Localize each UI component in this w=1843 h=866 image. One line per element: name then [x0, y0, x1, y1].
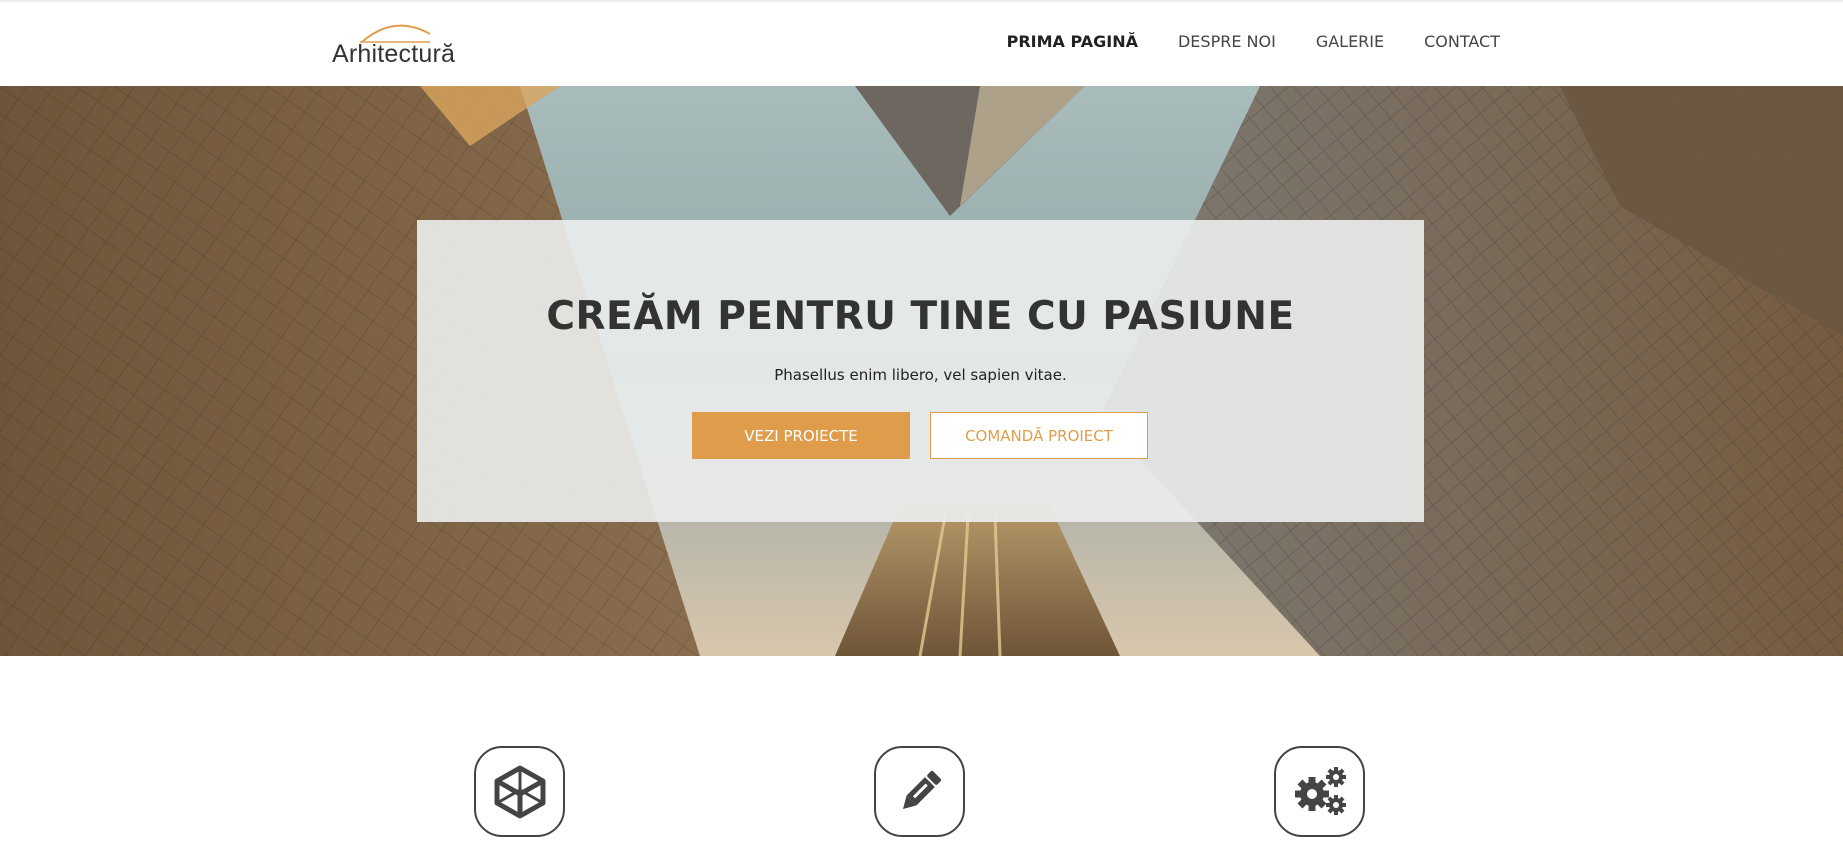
feature-gears [1274, 746, 1365, 837]
hero-title: CREĂM PENTRU TINE CU PASIUNE [546, 294, 1295, 339]
main-nav: PRIMA PAGINĂ DESPRE NOI GALERIE CONTACT [1007, 32, 1500, 51]
hero-content-box: CREĂM PENTRU TINE CU PASIUNE Phasellus e… [417, 220, 1424, 522]
feature-pencil [874, 746, 965, 837]
logo-text: Arhitectură [332, 40, 456, 68]
cube-icon [494, 765, 545, 818]
nav-item-contact[interactable]: CONTACT [1424, 32, 1500, 51]
gears-icon [1294, 766, 1346, 815]
nav-item-gallery[interactable]: GALERIE [1316, 32, 1384, 51]
order-project-button[interactable]: COMANDĂ PROIECT [930, 412, 1148, 459]
site-header: Arhitectură PRIMA PAGINĂ DESPRE NOI GALE… [0, 0, 1843, 86]
view-projects-button[interactable]: VEZI PROIECTE [692, 412, 910, 459]
nav-item-about[interactable]: DESPRE NOI [1178, 32, 1276, 51]
hero-subtitle: Phasellus enim libero, vel sapien vitae. [774, 366, 1067, 384]
pencil-icon [902, 770, 941, 809]
feature-cube [474, 746, 565, 837]
nav-item-home[interactable]: PRIMA PAGINĂ [1007, 32, 1138, 51]
hero-section: CREĂM PENTRU TINE CU PASIUNE Phasellus e… [0, 86, 1843, 656]
site-logo[interactable]: Arhitectură [332, 20, 472, 72]
